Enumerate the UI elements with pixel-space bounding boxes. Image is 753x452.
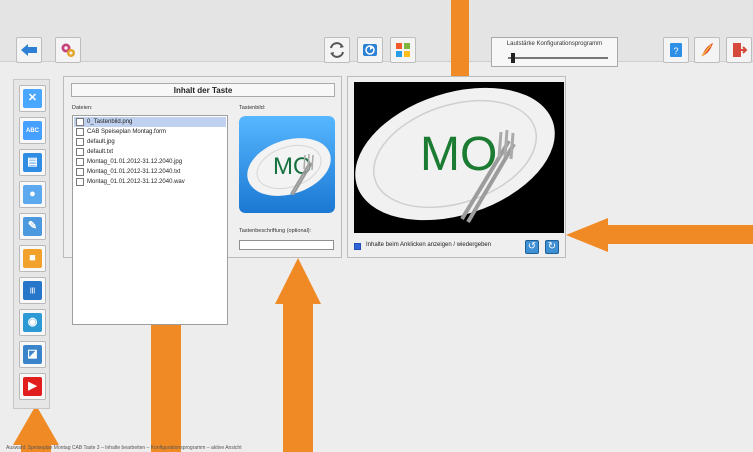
windows-logo-icon [396,43,410,57]
status-bar: Auswahl: Speiseplan Montag CAB Taste 3 –… [6,445,242,451]
annotation-arrow-caption [275,258,321,452]
caption-input[interactable] [239,240,334,250]
rotate-right-button[interactable]: ↻ [545,240,559,254]
caption-label: Tastenbeschriftung (optional): [239,228,312,234]
settings-button[interactable] [55,37,81,63]
swap-icon [330,42,344,58]
feather-icon [701,43,713,57]
microphone-icon: ● [23,185,42,204]
file-icon [76,178,84,186]
large-preview-image[interactable]: MO [354,82,564,233]
file-list-item[interactable]: 0_Tastenbild.png [74,117,226,127]
abc-icon: ABC [23,121,42,140]
file-name: CAB Speiseplan Montag.form [87,129,167,135]
file-name: Montag_01.01.2012-31.12.2040.jpg [87,159,183,165]
help-icon: ? [670,43,682,57]
file-list-item[interactable]: default.jpg [74,137,226,147]
annotation-arrow-right [566,218,753,252]
drawing-icon: ◪ [23,345,42,364]
rotate-left-icon: ↺ [527,241,537,252]
button-content-panel: Inhalt der Taste Dateien: Tastenbild: 0_… [63,76,342,325]
tools-icon: ✕ [23,89,42,108]
file-list-item[interactable]: Montag_01.01.2012-31.12.2040.jpg [74,157,226,167]
sidebar-item-gallery[interactable]: ▤ [19,149,46,176]
file-icon [76,148,84,156]
file-icon [76,168,84,176]
sidebar-item-microphone[interactable]: ● [19,181,46,208]
rotate-left-button[interactable]: ↺ [525,240,539,254]
gallery-icon: ▤ [23,153,42,172]
back-arrow-icon [21,44,37,56]
sidebar-item-video[interactable]: ▶ [19,373,46,400]
settings-gears-icon [61,43,75,57]
volume-slider-thumb[interactable] [511,53,515,63]
top-toolbar: Lautstärke Konfigurationsprogramm ? [0,0,753,67]
file-list-item[interactable]: default.txt [74,147,226,157]
exit-button[interactable] [726,37,752,63]
globe-icon: ◉ [23,313,42,332]
mixer-icon: ||| [23,281,42,300]
window-icon [363,44,377,56]
app-window: Lautstärke Konfigurationsprogramm ? ✕ ABC [0,0,753,452]
file-icon [76,128,84,136]
help-button[interactable]: ? [663,37,689,63]
swap-button[interactable] [324,37,350,63]
show-content-checkbox[interactable] [354,243,361,250]
file-icon [76,118,84,126]
exit-icon [733,43,748,57]
volume-track [508,57,608,59]
button-image-preview[interactable]: MO [239,116,335,213]
file-list[interactable]: 0_Tastenbild.png CAB Speiseplan Montag.fo… [72,115,228,325]
files-label: Dateien: [72,105,93,111]
large-preview-text: MO [420,128,497,181]
file-list-item[interactable]: CAB Speiseplan Montag.form [74,127,226,137]
video-icon: ▶ [23,377,42,396]
file-icon [76,138,84,146]
show-content-label: Inhalte beim Anklicken anzeigen / wieder… [366,242,492,248]
large-preview-panel: MO Inhalte beim Anklicken anzeigen / wie… [347,76,566,258]
rotate-right-icon: ↻ [547,241,557,252]
preview-text: MO [273,153,312,180]
sidebar-item-drawing[interactable]: ◪ [19,341,46,368]
sidebar-item-folder[interactable]: ■ [19,245,46,272]
document-icon: ✎ [23,217,42,236]
volume-control[interactable]: Lautstärke Konfigurationsprogramm [491,37,618,67]
file-name: Montag_01.01.2012-31.12.2040.wav [87,179,185,185]
feather-button[interactable] [694,37,720,63]
svg-text:?: ? [673,46,678,56]
windows-button[interactable] [390,37,416,63]
preview-label: Tastenbild: [239,105,266,111]
file-name: Montag_01.01.2012-31.12.2040.txt [87,169,181,175]
file-icon [76,158,84,166]
sidebar-item-globe[interactable]: ◉ [19,309,46,336]
volume-label: Lautstärke Konfigurationsprogramm [506,41,603,47]
file-name: default.txt [87,149,114,155]
file-name: default.jpg [87,139,115,145]
window-button[interactable] [357,37,383,63]
file-list-item[interactable]: Montag_01.01.2012-31.12.2040.wav [74,177,226,187]
sidebar-item-tools[interactable]: ✕ [19,85,46,112]
sidebar-item-abc[interactable]: ABC [19,117,46,144]
folder-icon: ■ [23,249,42,268]
file-name: 0_Tastenbild.png [87,119,133,125]
panel-title: Inhalt der Taste [71,83,335,97]
sidebar-item-mixer[interactable]: ||| [19,277,46,304]
file-list-item[interactable]: Montag_01.01.2012-31.12.2040.txt [74,167,226,177]
sidebar-item-document[interactable]: ✎ [19,213,46,240]
left-sidebar: ✕ ABC ▤ ● ✎ ■ ||| ◉ ◪ ▶ [13,79,50,409]
back-button[interactable] [16,37,42,63]
